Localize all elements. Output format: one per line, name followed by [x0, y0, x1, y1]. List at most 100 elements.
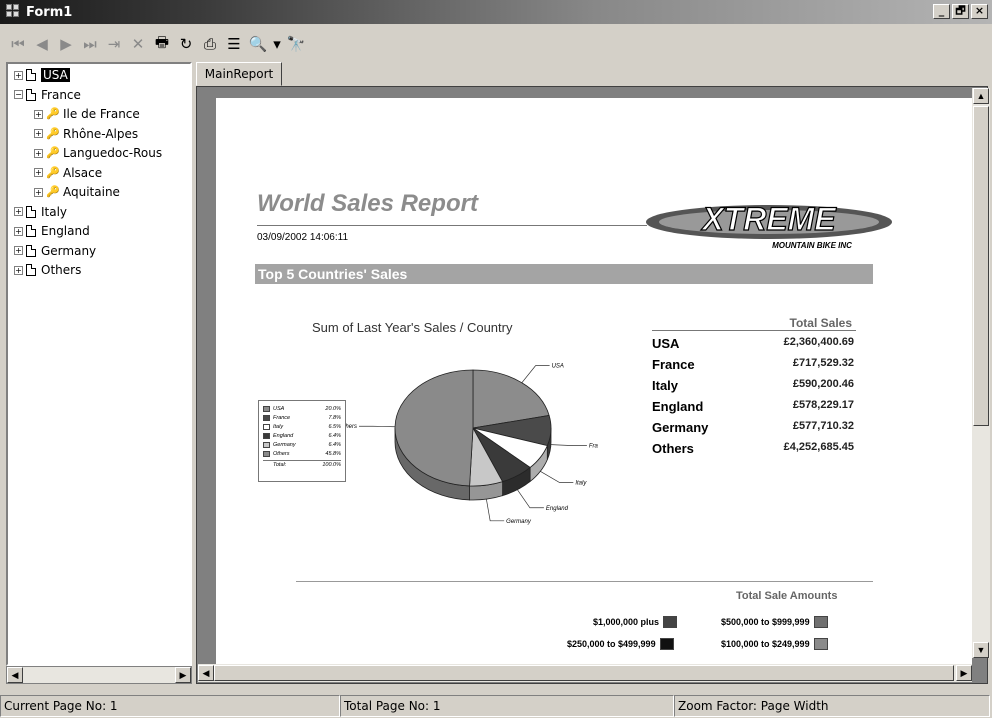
- legend-label: Others: [273, 450, 290, 457]
- goto-page-icon[interactable]: ⇥: [102, 32, 126, 56]
- tree-item-label: France: [41, 87, 81, 102]
- document-icon: [26, 244, 36, 257]
- tree-item[interactable]: + England: [14, 222, 90, 240]
- document-icon: [26, 205, 36, 218]
- zoom-icon[interactable]: 🔍: [246, 32, 270, 56]
- key-icon: 🔑: [46, 107, 60, 120]
- tree-item-label: Italy: [41, 204, 68, 219]
- scroll-left-icon[interactable]: ◀: [198, 665, 214, 681]
- scroll-left-icon[interactable]: ◀: [7, 667, 23, 683]
- expand-icon[interactable]: +: [34, 109, 43, 119]
- report-page: World Sales Report 03/09/2002 14:06:11 X…: [216, 98, 972, 664]
- amount-range-label: $100,000 to $249,999: [721, 639, 810, 649]
- expand-icon[interactable]: +: [34, 168, 43, 177]
- amount-range-item: $250,000 to $499,999: [567, 638, 674, 650]
- pie-leader-line: [540, 470, 574, 483]
- tree-item[interactable]: + 🔑 Alsace: [34, 164, 102, 182]
- expand-icon[interactable]: +: [34, 148, 43, 158]
- tree-item[interactable]: + 🔑 Languedoc-Rous: [34, 144, 162, 162]
- xtreme-logo: XTREME MOUNTAIN BIKE INC: [646, 200, 892, 250]
- dropdown-icon[interactable]: ▾: [270, 32, 284, 56]
- amount-range-swatch: [663, 616, 678, 628]
- maximize-button[interactable]: 🗗: [952, 4, 969, 19]
- scroll-right-icon[interactable]: ▶: [956, 665, 972, 681]
- expand-icon[interactable]: +: [14, 246, 23, 255]
- print-icon[interactable]: 🖶: [150, 32, 174, 56]
- legend-item: England 6.4%: [263, 431, 341, 440]
- expand-icon[interactable]: +: [34, 187, 43, 197]
- close-button[interactable]: ×: [971, 4, 988, 19]
- legend-value: 6.4%: [328, 441, 341, 448]
- tree-item[interactable]: + Others: [14, 261, 81, 279]
- expand-icon[interactable]: +: [14, 265, 23, 275]
- amount-range-item: $100,000 to $249,999: [721, 638, 828, 650]
- sales-country: Others: [652, 441, 694, 456]
- scroll-up-icon[interactable]: ▲: [973, 88, 989, 104]
- expand-icon[interactable]: +: [14, 70, 23, 80]
- report-title: World Sales Report: [257, 190, 478, 217]
- legend-total-row: Total: 100.0%: [263, 460, 341, 468]
- amount-range-swatch: [813, 616, 828, 628]
- minimize-button[interactable]: _: [933, 4, 950, 19]
- tree-item[interactable]: + USA: [14, 66, 70, 84]
- total-sale-amounts-title: Total Sale Amounts: [736, 590, 838, 602]
- expand-icon[interactable]: +: [14, 226, 23, 236]
- tree-item[interactable]: + Germany: [14, 242, 96, 260]
- tree-item-label: USA: [41, 68, 70, 82]
- refresh-icon[interactable]: ↻: [174, 32, 198, 56]
- first-page-icon[interactable]: ⏮: [6, 32, 30, 56]
- sales-amount: £590,200.46: [792, 378, 854, 390]
- status-total-page: Total Page No: 1: [340, 695, 674, 717]
- app-icon: [6, 4, 22, 20]
- search-icon[interactable]: 🔭: [284, 32, 308, 56]
- report-vertical-scrollbar[interactable]: ▲ ▼: [972, 88, 990, 658]
- sales-header-line: [652, 330, 856, 331]
- tree-item[interactable]: + 🔑 Rhône-Alpes: [34, 125, 138, 143]
- sales-amount: £717,529.32: [792, 357, 854, 369]
- sales-row: Others £4,252,685.45: [652, 441, 856, 462]
- stop-icon[interactable]: ✕: [126, 32, 150, 56]
- title-underline: [257, 225, 647, 226]
- vertical-scroll-thumb[interactable]: [973, 106, 989, 426]
- scroll-down-icon[interactable]: ▼: [973, 642, 989, 658]
- last-page-icon[interactable]: ⏭: [78, 32, 102, 56]
- pie-leader-line: [521, 365, 550, 383]
- tree-item[interactable]: − France: [14, 86, 81, 104]
- sales-amount: £577,710.32: [792, 420, 854, 432]
- collapse-icon[interactable]: −: [14, 90, 23, 99]
- document-icon: [26, 225, 36, 237]
- amount-range-swatch: [659, 638, 674, 650]
- tree-item-label: Aquitaine: [63, 185, 120, 199]
- title-bar: Form1 _ 🗗 ×: [0, 0, 992, 24]
- group-tree: + USA − France + 🔑 Ile de France + 🔑 Rhône-Alpes +…: [6, 62, 192, 666]
- logo-sub-text: MOUNTAIN BIKE INC: [772, 241, 852, 250]
- prev-page-icon[interactable]: ◀: [30, 32, 54, 56]
- pie-leader-line: [550, 444, 587, 447]
- tree-horizontal-scrollbar[interactable]: ◀ ▶: [6, 666, 192, 684]
- legend-value: 7.8%: [328, 414, 341, 421]
- tree-item[interactable]: + Italy: [14, 203, 67, 221]
- legend-label: France: [273, 414, 291, 421]
- chart-title: Sum of Last Year's Sales / Country: [312, 320, 513, 335]
- tree-item-label: Languedoc-Rous: [63, 146, 163, 160]
- window-title: Form1: [26, 4, 73, 20]
- scroll-right-icon[interactable]: ▶: [175, 667, 191, 683]
- export-icon[interactable]: ⎙: [198, 32, 222, 56]
- next-page-icon[interactable]: ▶: [54, 32, 78, 56]
- tree-item[interactable]: + 🔑 Aquitaine: [34, 183, 120, 201]
- expand-icon[interactable]: +: [34, 129, 43, 138]
- horizontal-scroll-thumb[interactable]: [214, 665, 954, 681]
- sales-amount: £2,360,400.69: [783, 336, 854, 348]
- tree-item[interactable]: + 🔑 Ile de France: [34, 105, 140, 123]
- legend-value: 6.4%: [328, 432, 341, 439]
- sales-amount: £4,252,685.45: [783, 441, 854, 453]
- legend-item: USA 20.0%: [263, 404, 341, 413]
- pie-leader-line: [486, 499, 505, 522]
- tree-toggle-icon[interactable]: ☰: [222, 32, 246, 56]
- tab-main-report[interactable]: MainReport: [196, 62, 282, 86]
- expand-icon[interactable]: +: [14, 207, 23, 216]
- sales-country: USA: [652, 336, 680, 351]
- amount-range-swatch: [813, 638, 828, 650]
- report-horizontal-scrollbar[interactable]: ◀ ▶: [198, 664, 972, 682]
- legend-item: Germany 6.4%: [263, 440, 341, 449]
